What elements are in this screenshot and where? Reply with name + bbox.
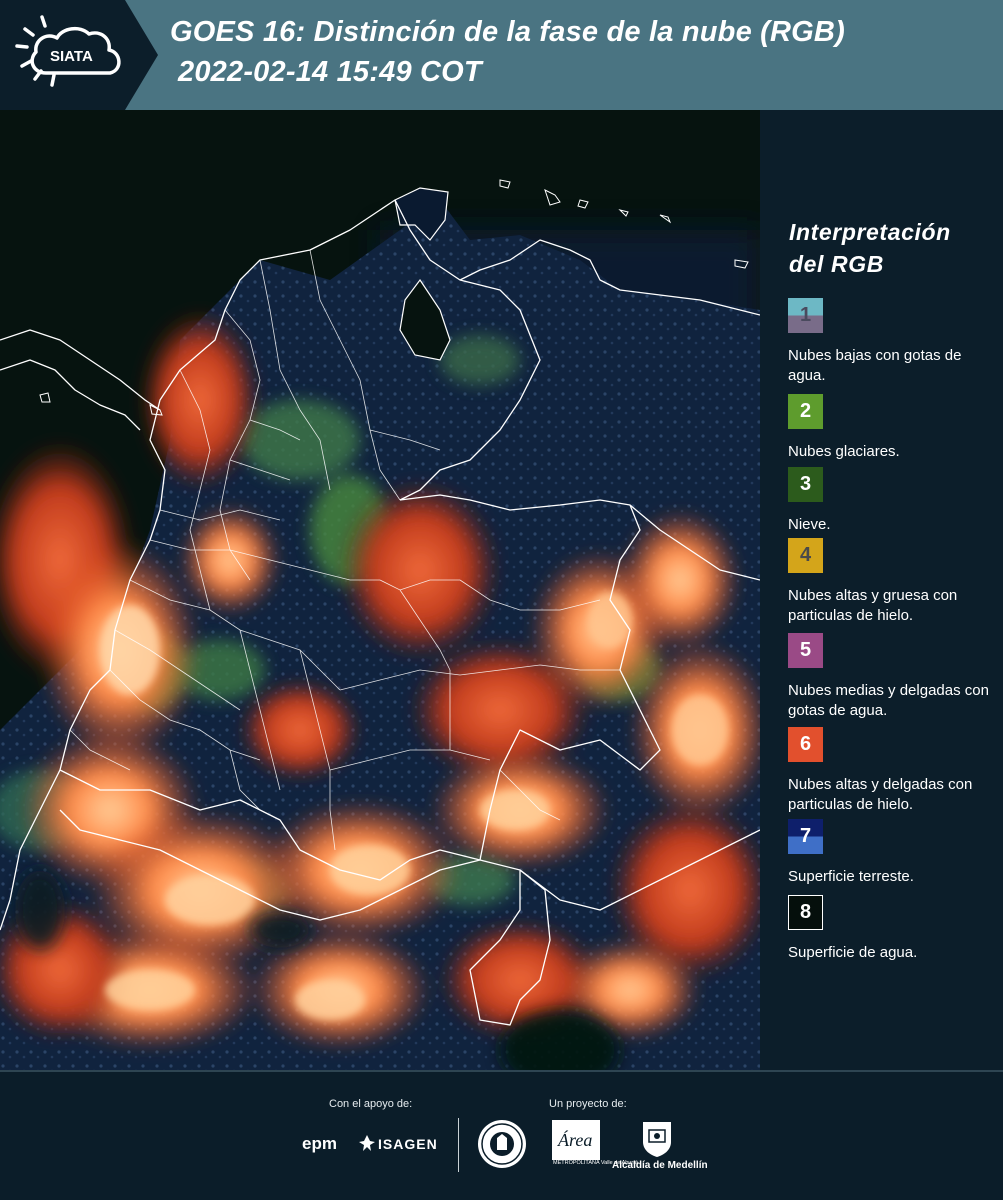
product-timestamp: 2022-02-14 15:49 COT [178, 56, 482, 88]
svg-text:Área: Área [557, 1129, 592, 1150]
medellin-shield-icon [643, 1122, 671, 1157]
legend-label: Nubes glaciares. [788, 443, 900, 460]
legend-label: Superficie terreste. [788, 868, 914, 885]
legend-swatch: 6 [788, 727, 823, 762]
legend-label: Superficie de agua. [788, 944, 918, 961]
legend-swatch: 5 [788, 633, 823, 668]
satellite-map[interactable] [0, 110, 760, 1070]
product-title: GOES 16: Distinción de la fase de la nub… [170, 16, 845, 48]
project-label: Un proyecto de: [549, 1098, 627, 1110]
area-metropolitana-icon: Área [552, 1120, 600, 1160]
svg-text:SIATA: SIATA [50, 48, 93, 65]
footer-divider [458, 1118, 459, 1172]
isagen-logo: ISAGEN [378, 1136, 438, 1152]
legend-panel: Interpretación del RGB 1 Nubes bajas con … [760, 110, 1003, 1070]
siata-logo: SIATA [0, 0, 160, 110]
university-seal-icon [478, 1120, 526, 1168]
legend-label: Nubes medias y delgadas con gotas de agu… [788, 682, 989, 719]
legend-title: Interpretación del RGB [789, 219, 951, 277]
satellite-rgb-product: SIATA GOES 16: Distinción de la fase de … [0, 0, 1003, 1200]
legend-swatch: 4 [788, 538, 823, 573]
legend-label: Nubes altas y delgadas con particulas de… [788, 776, 973, 813]
legend-label: Nieve. [788, 516, 831, 533]
legend-label: Nubes bajas con gotas de agua. [788, 347, 962, 384]
header-bar: SIATA GOES 16: Distinción de la fase de … [0, 0, 1003, 110]
legend-swatch: 1 [788, 298, 823, 333]
epm-logo: epm [302, 1134, 337, 1153]
isagen-icon [359, 1135, 375, 1151]
legend-label: Nubes altas y gruesa con particulas de h… [788, 587, 958, 624]
alcaldia-medellin-label: Alcaldía de Medellín [612, 1160, 708, 1171]
legend-swatch: 8 [788, 895, 823, 930]
support-label: Con el apoyo de: [329, 1098, 413, 1110]
legend-swatch: 3 [788, 467, 823, 502]
legend-swatch: 2 [788, 394, 823, 429]
legend-swatch: 7 [788, 819, 823, 854]
footer-bar: Con el apoyo de: Un proyecto de: epm ISA… [0, 1070, 1003, 1200]
